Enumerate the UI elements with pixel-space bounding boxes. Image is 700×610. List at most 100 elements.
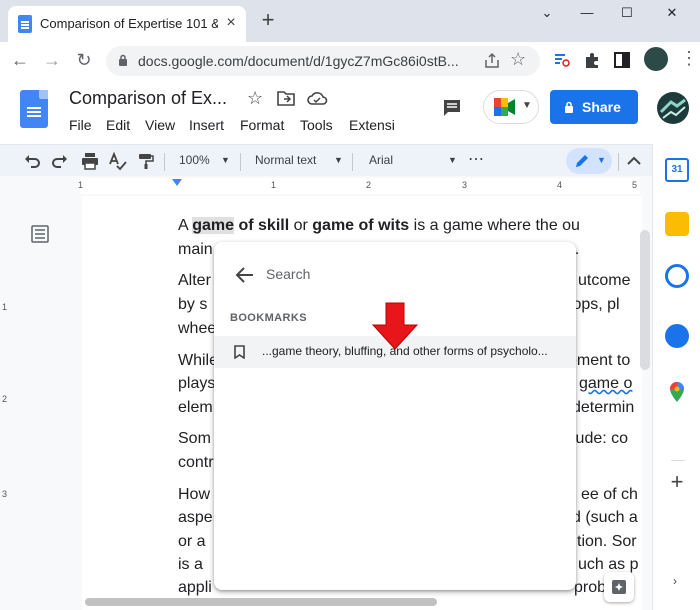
cloud-status-icon[interactable] — [306, 89, 328, 107]
more-options-icon[interactable]: ⋯ — [468, 149, 484, 169]
print-icon[interactable] — [80, 151, 100, 171]
back-arrow-icon[interactable] — [234, 264, 256, 286]
spellcheck-icon[interactable] — [108, 151, 128, 171]
puzzle-icon[interactable] — [582, 50, 602, 70]
ruler-number: 5 — [632, 180, 638, 190]
paragraph-line: tion. Sor — [577, 533, 637, 550]
tab-title: Comparison of Expertise 101 & e — [40, 16, 218, 31]
docs-favicon-icon — [18, 15, 32, 33]
highlighted-text: game — [192, 217, 235, 234]
separator — [164, 153, 165, 171]
share-label: Share — [582, 99, 621, 115]
maximize-button[interactable]: ☐ — [607, 2, 647, 24]
menu-extensions[interactable]: Extensi — [349, 117, 395, 133]
menu-format[interactable]: Format — [240, 117, 284, 133]
browser-tab-bar: Comparison of Expertise 101 & e × + ⌄ — … — [0, 0, 700, 42]
account-avatar[interactable] — [657, 92, 689, 124]
paragraph-line: utcome — [578, 272, 631, 289]
undo-icon[interactable] — [22, 151, 42, 171]
minimize-button[interactable]: — — [567, 2, 607, 24]
tab-search-icon[interactable]: ⌄ — [527, 2, 567, 24]
meet-button[interactable]: ▼ — [483, 90, 539, 124]
paragraph-style-select[interactable]: Normal text — [255, 153, 316, 167]
new-tab-button[interactable]: + — [256, 8, 280, 32]
omnibox[interactable]: docs.google.com/document/d/1gycZ7mGc86i0… — [106, 46, 540, 76]
indent-marker[interactable] — [172, 179, 182, 186]
share-button[interactable]: Share — [550, 90, 638, 124]
ruler-number: 4 — [557, 180, 563, 190]
reload-button[interactable]: ↻ — [72, 48, 96, 72]
bold-text: game of wits — [312, 217, 410, 234]
ruler-number: 1 — [271, 180, 277, 190]
contacts-icon[interactable] — [665, 324, 689, 348]
chevron-down-icon[interactable]: ▼ — [448, 155, 457, 165]
ruler-number: 3 — [462, 180, 468, 190]
explore-icon — [612, 580, 626, 594]
ruler-number: 2 — [2, 394, 8, 404]
lock-icon[interactable] — [118, 54, 128, 66]
menu-insert[interactable]: Insert — [189, 117, 224, 133]
chevron-down-icon[interactable]: ▼ — [334, 155, 343, 165]
text-run: is a game where the ou — [409, 217, 580, 234]
bookmark-star-icon[interactable]: ☆ — [510, 49, 526, 70]
horizontal-scrollbar[interactable] — [85, 598, 437, 606]
forward-button[interactable]: → — [40, 48, 64, 72]
chevron-down-icon: ▼ — [597, 155, 606, 165]
paint-format-icon[interactable] — [136, 151, 156, 171]
back-button[interactable]: ← — [8, 48, 32, 72]
avatar-image — [659, 98, 686, 119]
red-arrow-annotation — [372, 302, 418, 350]
move-folder-icon[interactable] — [276, 89, 296, 107]
keep-icon[interactable] — [665, 212, 689, 236]
zoom-select[interactable]: 100% — [179, 153, 210, 167]
bookmark-icon — [234, 345, 245, 359]
meet-icon — [494, 98, 515, 116]
font-select[interactable]: Arial — [369, 153, 393, 167]
url-text[interactable]: docs.google.com/document/d/1gycZ7mGc86i0… — [138, 53, 459, 69]
calendar-icon[interactable]: 31 — [665, 158, 689, 182]
redo-icon[interactable] — [50, 151, 70, 171]
ruler-page-area — [80, 178, 640, 194]
menu-view[interactable]: View — [145, 117, 175, 133]
comment-history-icon[interactable] — [442, 98, 462, 118]
star-icon[interactable]: ☆ — [247, 88, 263, 109]
explore-button[interactable] — [604, 572, 634, 602]
tab-close-icon[interactable]: × — [222, 14, 240, 32]
bookmarks-heading: BOOKMARKS — [230, 312, 307, 324]
chrome-menu-icon[interactable]: ⋮ — [680, 48, 698, 69]
close-window-button[interactable]: ✕ — [652, 2, 692, 24]
chevron-down-icon[interactable]: ▼ — [221, 155, 230, 165]
tasks-icon[interactable] — [665, 264, 689, 288]
side-panel: 31 + › — [652, 144, 700, 610]
side-panel-icon[interactable] — [612, 50, 632, 70]
search-input[interactable]: Search — [266, 266, 310, 282]
paragraph-line: determin — [572, 399, 635, 416]
extension-icon[interactable] — [552, 50, 572, 70]
profile-avatar[interactable] — [644, 47, 668, 71]
maps-icon[interactable] — [665, 380, 689, 404]
paragraph-line: A game of skill or game of wits is a gam… — [178, 214, 642, 237]
formatting-toolbar: 100% ▼ Normal text ▼ Arial ▼ ⋯ ▼ — [0, 144, 652, 176]
document-outline-icon[interactable] — [30, 224, 50, 244]
share-icon[interactable] — [482, 51, 502, 71]
editing-mode-button[interactable]: ▼ — [566, 148, 612, 174]
paragraph-line: game o — [579, 375, 633, 392]
menu-tools[interactable]: Tools — [300, 117, 333, 133]
text-run: or — [289, 217, 313, 234]
ruler-number: 1 — [2, 302, 8, 312]
vertical-scrollbar[interactable] — [640, 230, 650, 370]
browser-tab[interactable]: Comparison of Expertise 101 & e × — [8, 6, 246, 42]
separator — [352, 153, 353, 171]
pencil-icon — [576, 155, 588, 167]
expand-panel-icon[interactable]: › — [673, 574, 677, 588]
docs-logo-icon[interactable] — [20, 90, 48, 128]
chevron-up-icon[interactable] — [624, 151, 644, 171]
document-title[interactable]: Comparison of Ex... — [69, 88, 227, 109]
menu-file[interactable]: File — [69, 117, 92, 133]
horizontal-ruler: 1 1 2 3 4 5 — [0, 176, 652, 196]
add-app-icon[interactable]: + — [665, 470, 689, 494]
ruler-number: 1 — [78, 180, 84, 190]
menu-edit[interactable]: Edit — [106, 117, 130, 133]
bold-text: of skill — [234, 217, 290, 234]
link-search-popup: Search BOOKMARKS ...game theory, bluffin… — [214, 242, 576, 590]
